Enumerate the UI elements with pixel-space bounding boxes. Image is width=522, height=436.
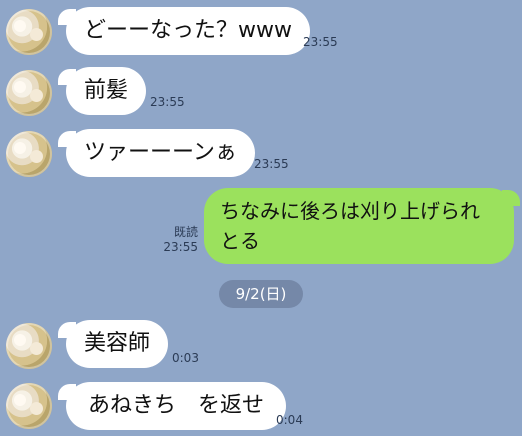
message-bubble[interactable]: 美容師 bbox=[57, 320, 169, 368]
chat-area: どーーなった？www 23:55 前髪 23:55 ツァーーーンぁ 23:55 … bbox=[0, 0, 522, 436]
avatar[interactable] bbox=[6, 131, 52, 177]
message-time: 0:04 bbox=[276, 413, 303, 427]
message-bubble[interactable]: ツァーーーンぁ bbox=[58, 129, 255, 177]
message-bubble[interactable]: あねきち を返せ bbox=[57, 382, 287, 430]
avatar[interactable] bbox=[6, 70, 52, 116]
message-bubble[interactable]: 前髪 bbox=[57, 67, 147, 115]
message-time: 0:03 bbox=[172, 351, 199, 365]
avatar[interactable] bbox=[6, 383, 52, 429]
date-separator: 9/2(日) bbox=[219, 280, 303, 308]
avatar[interactable] bbox=[6, 9, 52, 55]
read-receipt: 既読 23:55 bbox=[158, 225, 198, 255]
message-time: 23:55 bbox=[163, 240, 198, 254]
my-message-bubble[interactable]: ちなみに後ろは刈り上げられとる bbox=[204, 188, 520, 264]
message-time: 23:55 bbox=[303, 35, 338, 49]
message-time: 23:55 bbox=[254, 157, 289, 171]
avatar[interactable] bbox=[6, 323, 52, 369]
message-time: 23:55 bbox=[150, 95, 185, 109]
message-bubble[interactable]: どーーなった？www bbox=[58, 7, 310, 55]
read-label: 既読 bbox=[173, 225, 198, 239]
